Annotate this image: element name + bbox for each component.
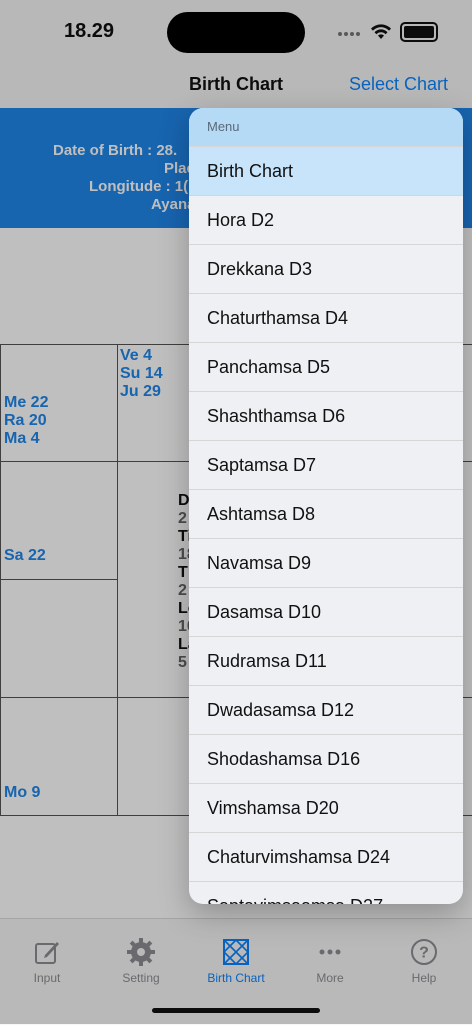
- menu-item-chaturthamsa-d4[interactable]: Chaturthamsa D4: [189, 294, 463, 343]
- status-icons: [338, 22, 438, 42]
- planet-label: Me 22: [4, 394, 49, 411]
- menu-item-saptavimsaamsa-d27[interactable]: Saptavimsaamsa D27: [189, 882, 463, 904]
- menu-item-navamsa-d9[interactable]: Navamsa D9: [189, 539, 463, 588]
- menu-item-shashthamsa-d6[interactable]: Shashthamsa D6: [189, 392, 463, 441]
- planet-label: Ma 4: [4, 430, 40, 447]
- planets-house-me-ra-ma: Me 22 Ra 20 Ma 4: [4, 394, 48, 448]
- cellular-signal-icon: [338, 23, 362, 41]
- menu-item-hora-d2[interactable]: Hora D2: [189, 196, 463, 245]
- planet-label: Ve 4: [120, 347, 153, 364]
- planet-label: Ra 20: [4, 412, 47, 429]
- tab-birth-chart[interactable]: Birth Chart: [196, 937, 276, 985]
- edit-icon: [32, 937, 62, 967]
- planet-label: Mo 9: [4, 784, 41, 801]
- wifi-icon: [371, 24, 391, 39]
- menu-item-birth-chart[interactable]: Birth Chart: [189, 147, 463, 196]
- gear-icon: [126, 937, 156, 967]
- planet-label: Su 14: [120, 365, 163, 382]
- tab-input[interactable]: Input: [7, 937, 87, 985]
- tab-label: More: [316, 971, 344, 985]
- tab-more[interactable]: More: [290, 937, 370, 985]
- chart-select-menu: Menu Birth Chart Hora D2 Drekkana D3 Cha…: [189, 108, 463, 904]
- tab-label: Birth Chart: [207, 971, 265, 985]
- status-bar: 18.29: [0, 0, 472, 60]
- menu-item-drekkana-d3[interactable]: Drekkana D3: [189, 245, 463, 294]
- battery-icon: [400, 22, 438, 42]
- menu-header: Menu: [189, 108, 463, 147]
- menu-item-saptamsa-d7[interactable]: Saptamsa D7: [189, 441, 463, 490]
- tab-help[interactable]: ? Help: [384, 937, 464, 985]
- info-longitude: Longitude : 1(: [89, 178, 189, 195]
- select-chart-button[interactable]: Select Chart: [349, 74, 448, 95]
- menu-item-ashtamsa-d8[interactable]: Ashtamsa D8: [189, 490, 463, 539]
- menu-item-dasamsa-d10[interactable]: Dasamsa D10: [189, 588, 463, 637]
- menu-item-chaturvimshamsa-d24[interactable]: Chaturvimshamsa D24: [189, 833, 463, 882]
- info-date-of-birth: Date of Birth : 28.: [53, 142, 178, 159]
- svg-text:?: ?: [419, 945, 429, 962]
- screen: 18.29 Birth Chart Select Chart Date of B…: [0, 0, 472, 1025]
- tab-setting[interactable]: Setting: [101, 937, 181, 985]
- help-icon: ?: [409, 937, 439, 967]
- menu-item-panchamsa-d5[interactable]: Panchamsa D5: [189, 343, 463, 392]
- home-indicator: [152, 1008, 320, 1013]
- planets-house-ve-su-ju: Ve 4 Su 14 Ju 29: [120, 347, 163, 401]
- tab-label: Setting: [122, 971, 160, 985]
- menu-item-rudramsa-d11[interactable]: Rudramsa D11: [189, 637, 463, 686]
- menu-item-vimshamsa-d20[interactable]: Vimshamsa D20: [189, 784, 463, 833]
- more-icon: [315, 937, 345, 967]
- dynamic-island: [167, 12, 305, 53]
- status-time: 18.29: [64, 20, 115, 42]
- tab-label: Help: [411, 971, 437, 985]
- menu-item-shodashamsa-d16[interactable]: Shodashamsa D16: [189, 735, 463, 784]
- tab-label: Input: [33, 971, 61, 985]
- chart-cell: [0, 579, 118, 698]
- chart-grid-icon: [221, 937, 251, 967]
- planet-label: Sa 22: [4, 547, 46, 564]
- menu-item-dwadasamsa-d12[interactable]: Dwadasamsa D12: [189, 686, 463, 735]
- nav-bar: Birth Chart Select Chart: [0, 60, 472, 108]
- planet-label: Ju 29: [120, 383, 161, 400]
